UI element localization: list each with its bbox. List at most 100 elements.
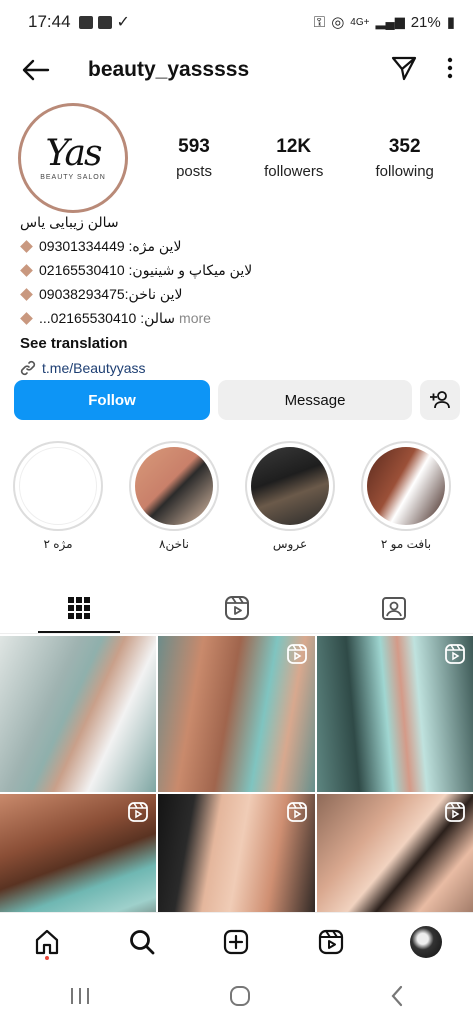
- highlight-ring: [129, 441, 219, 531]
- profile-tabs: [0, 582, 473, 634]
- notification-dot: [45, 955, 50, 960]
- post-thumbnail[interactable]: [158, 636, 315, 792]
- network-label: 4G+: [350, 16, 370, 28]
- battery-level: 21%: [410, 13, 441, 31]
- nav-home[interactable]: [27, 922, 67, 962]
- system-navigation: [0, 972, 473, 1024]
- nav-reels[interactable]: [311, 922, 351, 962]
- add-user-icon: [430, 391, 450, 409]
- recent-apps-button[interactable]: [69, 987, 91, 1010]
- home-button[interactable]: [229, 985, 251, 1012]
- highlight-cover: [135, 447, 213, 525]
- back-system-button[interactable]: [390, 985, 404, 1012]
- profile-avatar-small: [409, 925, 442, 958]
- reel-icon: [287, 644, 307, 669]
- bottom-navigation: [0, 912, 473, 970]
- diamond-icon: [20, 263, 33, 277]
- profile-username: beauty_yasssss: [88, 58, 250, 81]
- reel-icon: [287, 802, 307, 827]
- stat-followers-value: 12K: [276, 136, 312, 157]
- nav-create[interactable]: [216, 922, 256, 962]
- highlight-label: عروس: [272, 537, 308, 551]
- bio-link-text: t.me/Beautyyass: [42, 360, 146, 376]
- bio-line-text: لاین ناخن:09038293475: [39, 286, 183, 302]
- back-button[interactable]: [20, 54, 52, 86]
- reel-icon: [445, 644, 465, 669]
- stat-posts-label: posts: [176, 163, 212, 180]
- bio-name: سالن زیبایی یاس: [20, 210, 460, 234]
- reel-icon: [445, 802, 465, 827]
- stat-posts[interactable]: 593 posts: [176, 136, 212, 180]
- send-message-button[interactable]: [391, 55, 417, 86]
- highlight-item[interactable]: ناخن۸: [128, 441, 220, 551]
- highlight-item[interactable]: عروس: [244, 441, 336, 551]
- stat-following-value: 352: [388, 136, 421, 157]
- bio-line: لاین مژه: 09301334449: [20, 234, 460, 258]
- reels-icon: [224, 595, 249, 620]
- stat-following-label: following: [375, 163, 434, 180]
- youtube-icon: [97, 15, 112, 29]
- stat-followers-label: followers: [264, 163, 324, 180]
- stat-following[interactable]: 352 following: [376, 136, 434, 180]
- diamond-icon: [20, 287, 33, 301]
- more-options-button[interactable]: [447, 57, 453, 84]
- diamond-icon: [20, 239, 33, 253]
- key-icon: ⚿: [313, 13, 326, 31]
- home-circle-icon: [230, 985, 251, 1006]
- bio-line-text: لاین میکاپ و شینیون: 02165530410: [39, 262, 253, 278]
- tab-reels[interactable]: [158, 582, 316, 633]
- highlight-cover: [367, 447, 445, 525]
- highlight-item[interactable]: مژه ۲: [12, 441, 104, 551]
- bio-line: لاین ناخن:09038293475: [20, 282, 460, 306]
- bio-line: سالن: 02165530410... more: [20, 306, 460, 330]
- search-icon: [129, 929, 155, 954]
- nav-profile[interactable]: [406, 922, 446, 962]
- post-thumbnail[interactable]: [317, 636, 473, 792]
- posts-grid: [0, 636, 473, 950]
- logo-text: Yas: [45, 132, 103, 174]
- tagged-user-icon: [382, 596, 407, 620]
- highlight-ring: [361, 441, 451, 531]
- see-translation-link[interactable]: See translation: [20, 332, 460, 356]
- bio-line-text: سالن: 02165530410...: [39, 310, 176, 326]
- bio-more-link[interactable]: more: [179, 306, 211, 330]
- highlight-label: مژه ۲: [43, 537, 73, 551]
- bio-line-text: لاین مژه: 09301334449: [39, 238, 182, 254]
- hotspot-icon: ◎: [331, 14, 345, 31]
- status-bar: 17:44 ✓ ⚿ ◎ 4G+ ▂▄▆ 21% ▮: [0, 0, 473, 44]
- post-thumbnail[interactable]: [0, 636, 156, 792]
- nav-search[interactable]: [122, 922, 162, 962]
- reel-icon: [128, 802, 148, 827]
- highlight-cover: [19, 447, 97, 525]
- message-button[interactable]: Message: [218, 380, 412, 420]
- profile-topbar: beauty_yasssss: [0, 44, 473, 96]
- grid-icon: [67, 596, 90, 619]
- home-icon: [36, 929, 59, 954]
- highlight-label: بافت مو ۲: [380, 537, 432, 551]
- follow-button[interactable]: Follow: [14, 380, 210, 420]
- highlight-label: ناخن۸: [158, 537, 189, 551]
- highlight-ring: [245, 441, 335, 531]
- arrow-left-icon: [22, 59, 50, 81]
- stat-followers[interactable]: 12K followers: [264, 136, 323, 180]
- more-vertical-icon: [447, 57, 453, 78]
- recent-apps-icon: [71, 987, 90, 1004]
- highlight-cover: [251, 447, 329, 525]
- profile-actions: Follow Message: [14, 380, 460, 420]
- profile-avatar[interactable]: Yas BEAUTY SALON: [18, 103, 128, 213]
- highlight-item[interactable]: بافت مو ۲: [360, 441, 452, 551]
- status-system-icons: ⚿ ◎ 4G+ ▂▄▆ 21% ▮: [313, 13, 455, 32]
- add-post-icon: [224, 929, 249, 954]
- bio-link[interactable]: t.me/Beautyyass: [20, 356, 460, 380]
- check-icon: ✓: [116, 14, 130, 31]
- yas-salon-logo: Yas BEAUTY SALON: [24, 109, 122, 207]
- tab-tagged[interactable]: [315, 582, 473, 633]
- tab-posts-grid[interactable]: [0, 582, 158, 633]
- chevron-left-icon: [391, 985, 402, 1006]
- profile-bio: سالن زیبایی یاس لاین مژه: 09301334449 لا…: [20, 210, 460, 380]
- suggest-accounts-button[interactable]: [420, 380, 460, 420]
- signal-icon: ▂▄▆: [375, 14, 405, 29]
- diamond-icon: [20, 311, 33, 325]
- profile-stats: 593 posts 12K followers 352 following: [150, 136, 460, 180]
- battery-icon: ▮: [446, 14, 455, 31]
